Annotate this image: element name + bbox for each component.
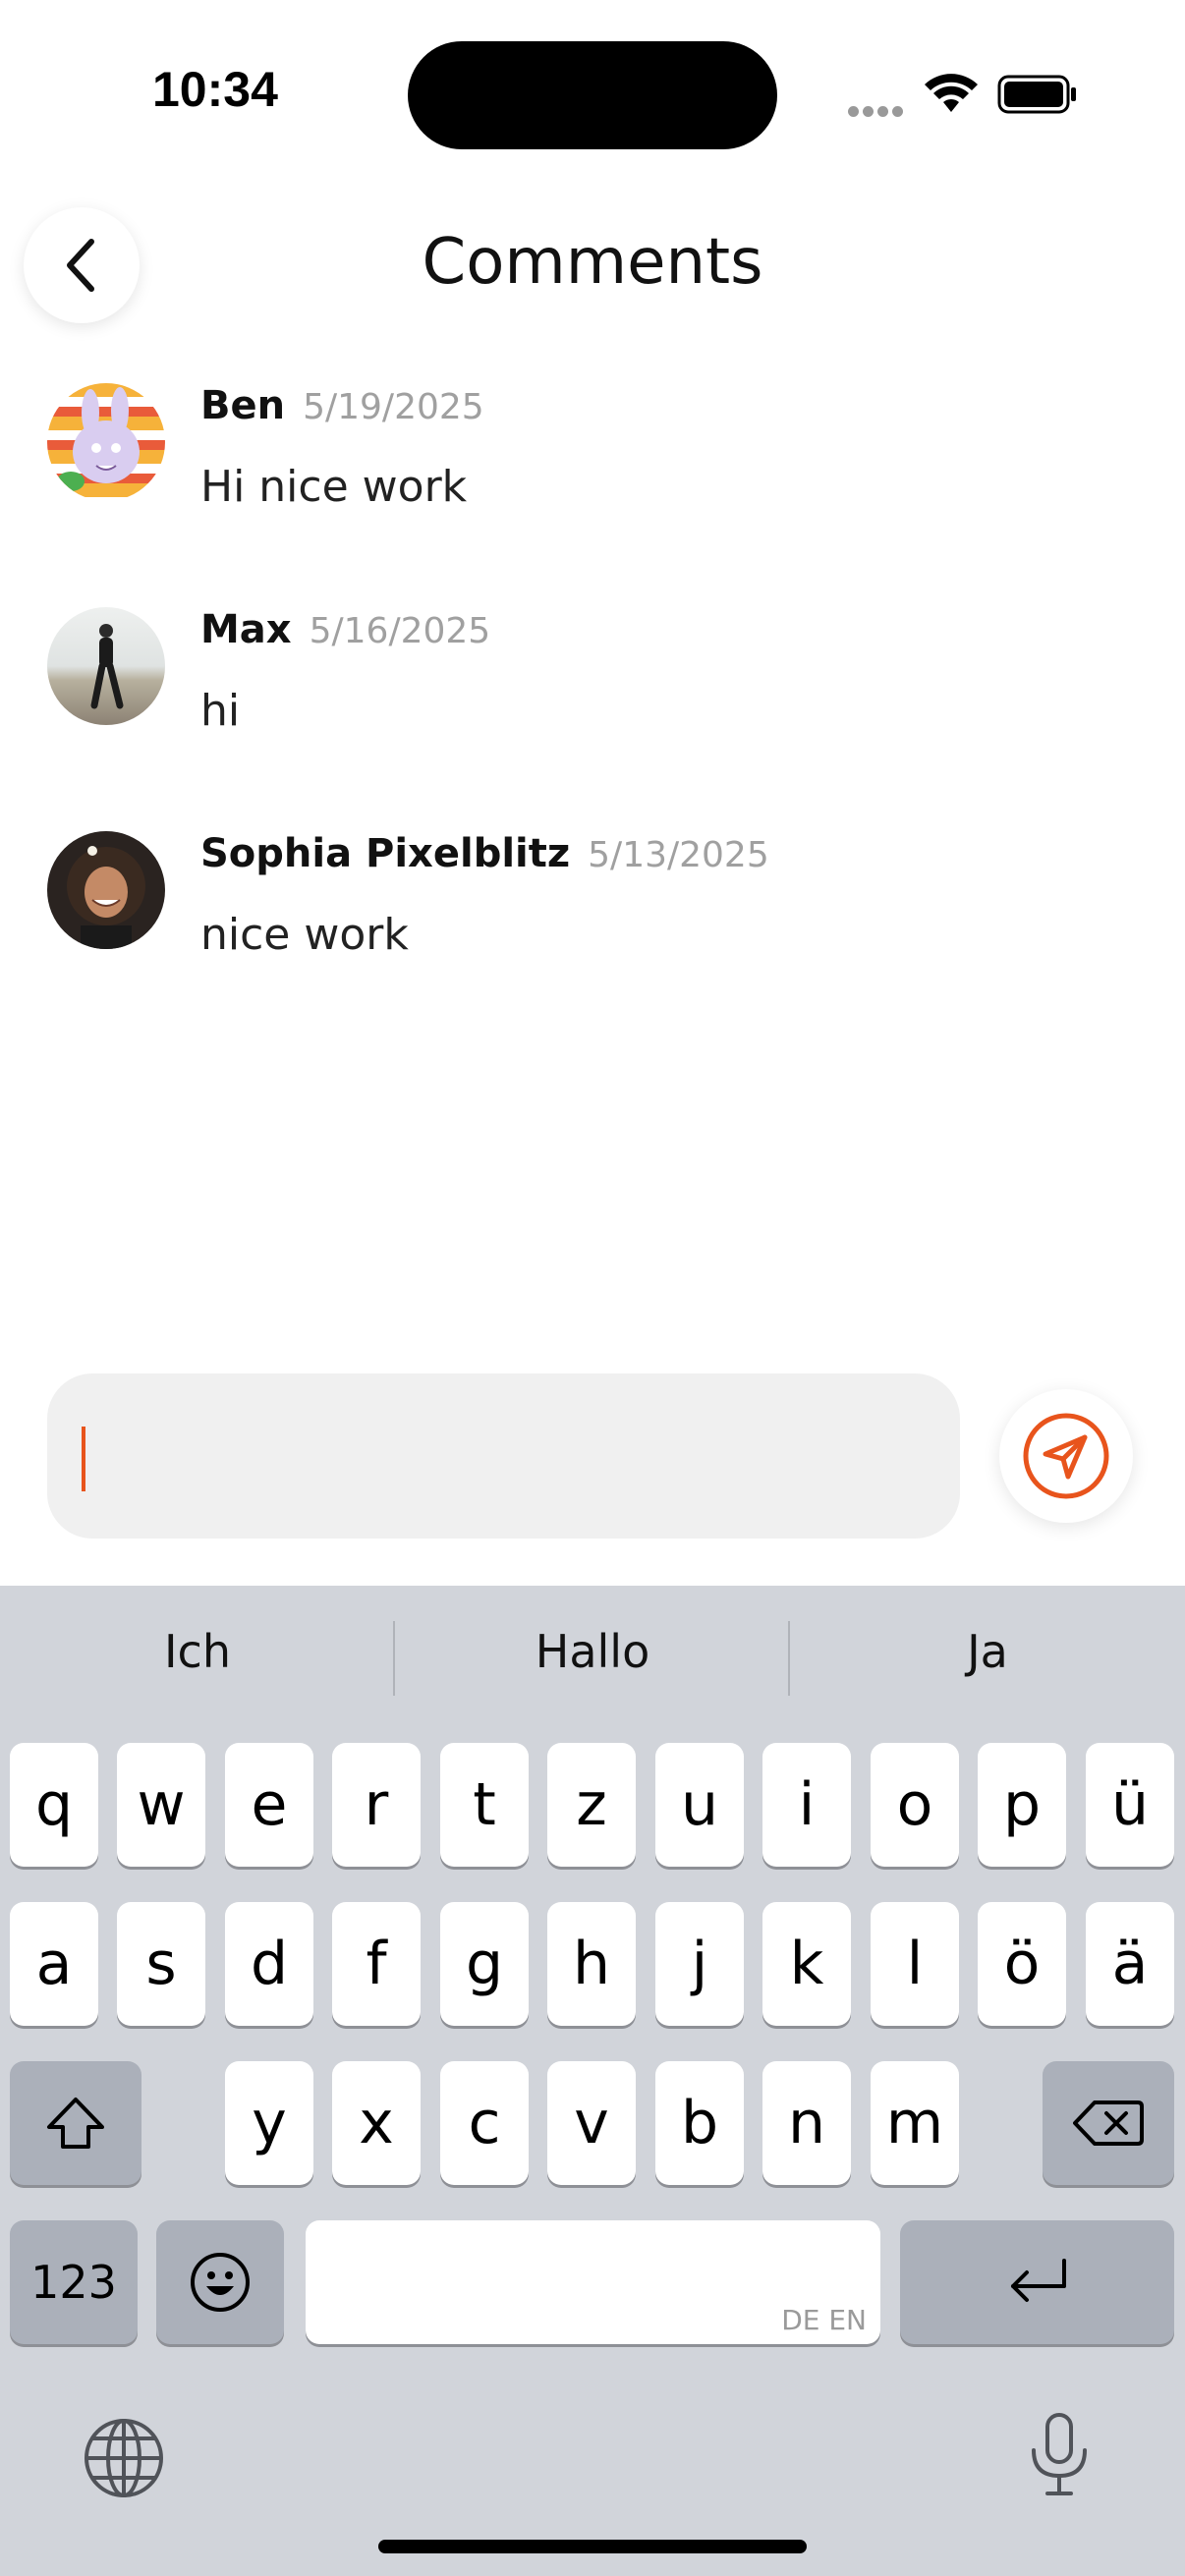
- key-e[interactable]: e: [225, 1743, 313, 1867]
- battery-icon: [997, 75, 1078, 118]
- suggestion-1[interactable]: Ich: [0, 1625, 395, 1678]
- signal-icon: [848, 102, 907, 121]
- key-c[interactable]: c: [440, 2061, 529, 2185]
- page-title: Comments: [422, 226, 763, 299]
- avatar[interactable]: [47, 831, 165, 949]
- return-key[interactable]: [900, 2220, 1174, 2344]
- key-j[interactable]: j: [655, 1902, 744, 2026]
- key-b[interactable]: b: [655, 2061, 744, 2185]
- send-button[interactable]: [999, 1389, 1133, 1523]
- status-time: 10:34: [152, 62, 278, 117]
- suggestion-2[interactable]: Hallo: [395, 1625, 790, 1678]
- key-m[interactable]: m: [871, 2061, 959, 2185]
- key-oe[interactable]: ö: [978, 1902, 1066, 2026]
- wifi-icon: [924, 73, 979, 118]
- shift-key[interactable]: [10, 2061, 141, 2185]
- key-d[interactable]: d: [225, 1902, 313, 2026]
- avatar[interactable]: [47, 607, 165, 725]
- comment-date: 5/19/2025: [303, 387, 484, 427]
- comment-date: 5/16/2025: [309, 611, 491, 651]
- avatar[interactable]: [47, 383, 165, 501]
- shift-icon: [47, 2098, 104, 2149]
- emoji-key[interactable]: [156, 2220, 284, 2344]
- key-ae[interactable]: ä: [1086, 1902, 1174, 2026]
- emoji-icon: [191, 2253, 250, 2312]
- space-languages: DE EN: [781, 2304, 867, 2336]
- globe-button[interactable]: [83, 2417, 165, 2503]
- comment-date: 5/13/2025: [588, 835, 769, 875]
- comment-author: Ben 5/19/2025: [200, 383, 484, 428]
- key-n[interactable]: n: [762, 2061, 851, 2185]
- key-q[interactable]: q: [10, 1743, 98, 1867]
- microphone-button[interactable]: [1020, 2411, 1099, 2503]
- comment-input[interactable]: [47, 1373, 960, 1539]
- numbers-key[interactable]: 123: [10, 2220, 138, 2344]
- comment-text: Hi nice work: [200, 462, 468, 512]
- send-icon: [1023, 1413, 1109, 1499]
- key-t[interactable]: t: [440, 1743, 529, 1867]
- suggestion-3[interactable]: Ja: [790, 1625, 1185, 1678]
- key-a[interactable]: a: [10, 1902, 98, 2026]
- key-h[interactable]: h: [547, 1902, 636, 2026]
- microphone-icon: [1032, 2413, 1087, 2495]
- key-o[interactable]: o: [871, 1743, 959, 1867]
- home-indicator: [378, 2540, 807, 2553]
- key-v[interactable]: v: [547, 2061, 636, 2185]
- key-w[interactable]: w: [117, 1743, 205, 1867]
- key-p[interactable]: p: [978, 1743, 1066, 1867]
- key-x[interactable]: x: [332, 2061, 421, 2185]
- key-f[interactable]: f: [332, 1902, 421, 2026]
- key-i[interactable]: i: [762, 1743, 851, 1867]
- backspace-key[interactable]: [1043, 2061, 1174, 2185]
- comment-author: Max 5/16/2025: [200, 607, 491, 652]
- comment-text: hi: [200, 686, 241, 736]
- backspace-icon: [1073, 2100, 1144, 2146]
- globe-icon: [85, 2419, 163, 2497]
- key-r[interactable]: r: [332, 1743, 421, 1867]
- space-key[interactable]: DE EN: [306, 2220, 880, 2344]
- key-y[interactable]: y: [225, 2061, 313, 2185]
- keyboard: Ich Hallo Ja q w e r t z u i o p ü a s d…: [0, 1586, 1185, 2576]
- text-caret: [82, 1427, 85, 1491]
- comment-text: nice work: [200, 910, 409, 960]
- key-z[interactable]: z: [547, 1743, 636, 1867]
- key-u[interactable]: u: [655, 1743, 744, 1867]
- key-s[interactable]: s: [117, 1902, 205, 2026]
- key-ue[interactable]: ü: [1086, 1743, 1174, 1867]
- key-g[interactable]: g: [440, 1902, 529, 2026]
- key-k[interactable]: k: [762, 1902, 851, 2026]
- key-l[interactable]: l: [871, 1902, 959, 2026]
- dynamic-island: [408, 41, 777, 149]
- return-icon: [1010, 2259, 1066, 2302]
- comment-author: Sophia Pixelblitz 5/13/2025: [200, 831, 769, 876]
